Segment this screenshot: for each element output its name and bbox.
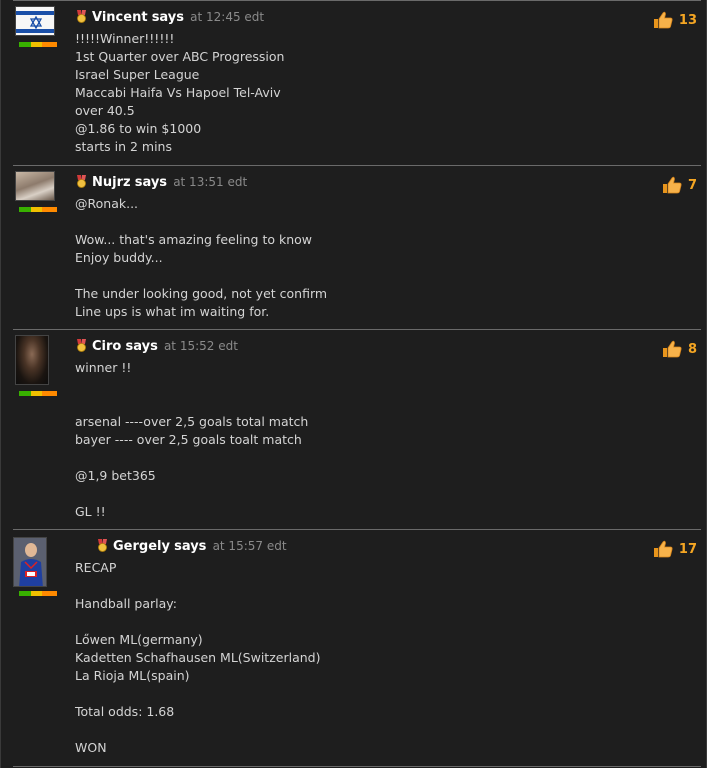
comment-item: Ciro says at 15:52 edt 8 winner !! arsen… [13,329,701,530]
reputation-meter [19,591,57,596]
comment-item: Vincent says at 12:45 edt 13 !!!!!Winner… [13,0,701,166]
medal-icon [98,539,107,552]
thumbs-up-icon [653,11,673,29]
medal-icon [77,339,86,352]
says-label: says [125,339,158,354]
author-name[interactable]: Gergely [113,539,170,554]
timestamp: at 15:57 edt [212,539,287,553]
comment-body: !!!!!Winner!!!!!! 1st Quarter over ABC P… [75,31,285,154]
comment-header: Vincent says at 12:45 edt [75,10,264,25]
like-button[interactable]: 13 [653,11,697,29]
timestamp: at 12:45 edt [190,10,265,24]
medal-icon [77,175,86,188]
comment-item: Nujrz says at 13:51 edt 7 @Ronak... Wow.… [13,165,701,330]
reputation-meter [19,391,57,396]
medal-icon [77,10,86,23]
author-name[interactable]: Nujrz [92,175,131,190]
comment-body: winner !! arsenal ----over 2,5 goals tot… [75,360,309,519]
reputation-meter [19,207,57,212]
avatar-basketball-player[interactable] [13,537,47,587]
thumbs-up-icon [662,176,682,194]
timestamp: at 13:51 edt [173,175,248,189]
avatar-israel-flag[interactable] [15,6,55,36]
comment-header: Nujrz says at 13:51 edt [75,175,247,190]
like-button[interactable]: 7 [662,176,697,194]
avatar[interactable] [15,171,55,201]
like-count: 13 [678,12,697,28]
like-count: 7 [687,177,697,193]
says-label: says [151,10,185,25]
author-name[interactable]: Vincent [92,10,148,25]
comment-body: RECAP Handball parlay: Lőwen ML(germany)… [75,560,321,755]
reputation-meter [19,42,57,47]
like-button[interactable]: 8 [662,340,697,358]
like-count: 8 [687,341,697,357]
like-count: 17 [678,541,697,557]
author-name[interactable]: Ciro [92,339,121,354]
basketball-player-icon [14,538,46,586]
timestamp: at 15:52 edt [163,339,238,353]
comment-item: Gergely says at 15:57 edt 17 RECAP Handb… [13,529,701,767]
says-label: says [134,175,168,190]
comments-panel: Vincent says at 12:45 edt 13 !!!!!Winner… [0,0,707,768]
avatar[interactable] [15,335,49,385]
thumbs-up-icon [653,540,673,558]
israel-flag-icon [16,7,54,35]
comment-body: @Ronak... Wow... that's amazing feeling … [75,196,328,319]
comment-header: Ciro says at 15:52 edt [75,339,238,354]
comment-header: Gergely says at 15:57 edt [96,539,287,554]
thumbs-up-icon [662,340,682,358]
says-label: says [174,539,207,554]
like-button[interactable]: 17 [653,540,697,558]
